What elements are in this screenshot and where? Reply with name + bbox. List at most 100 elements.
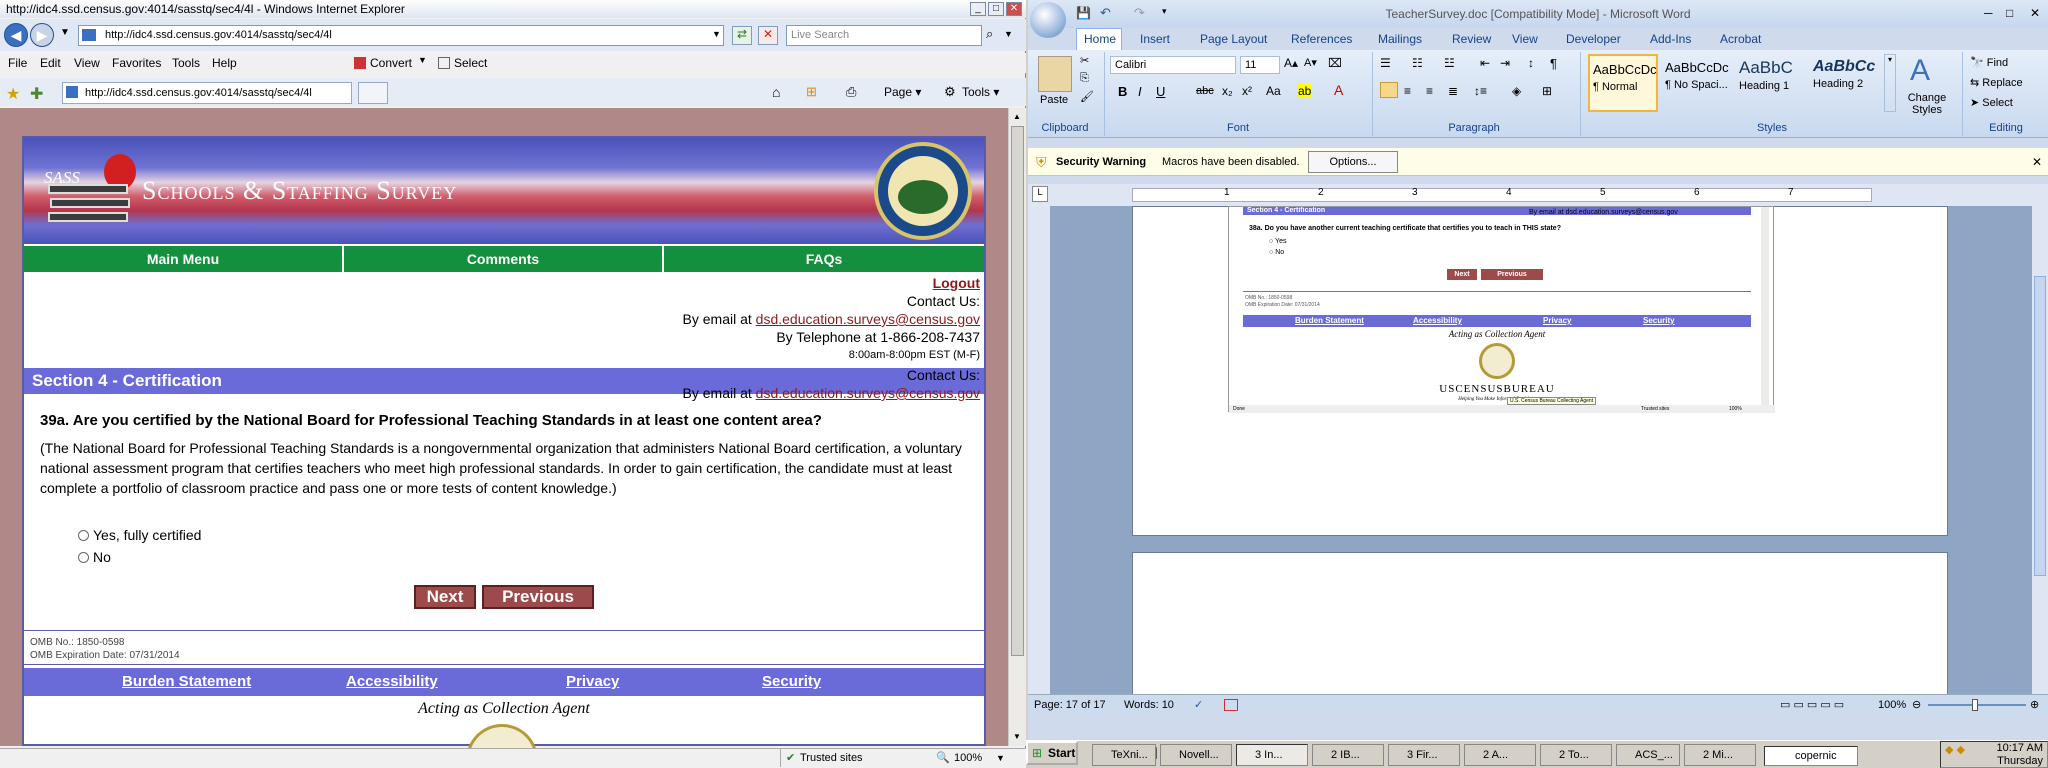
word-minimize-button[interactable]: ─	[1984, 6, 1993, 20]
tab-references[interactable]: References	[1291, 28, 1352, 50]
system-clock[interactable]: ◆ ◆ 10:17 AM Thursday	[1940, 741, 2048, 768]
zoom-dropdown-icon[interactable]: ▼	[996, 749, 1005, 767]
bullets-icon[interactable]: ☰	[1380, 56, 1391, 70]
format-painter-icon[interactable]: 🖌	[1080, 90, 1094, 103]
zoom-slider-thumb[interactable]	[1972, 699, 1978, 711]
select-button-word[interactable]: ➤ Select	[1970, 96, 2013, 109]
menu-help[interactable]: Help	[212, 53, 237, 73]
tab-review[interactable]: Review	[1452, 28, 1491, 50]
line-spacing-icon[interactable]: ↕≡	[1474, 84, 1487, 98]
scroll-up-icon[interactable]: ▲	[1013, 112, 1021, 121]
ruler[interactable]: L 1 2 3 4 5 6 7	[1028, 184, 2048, 206]
shrink-font-icon[interactable]: A▾	[1304, 56, 1317, 69]
tab-view[interactable]: View	[1512, 28, 1538, 50]
find-button[interactable]: 🔭 Find	[1970, 56, 2008, 69]
vertical-scrollbar[interactable]: ▲ ▼	[1008, 108, 1026, 746]
previous-button[interactable]: Previous	[482, 585, 594, 609]
align-center-icon[interactable]: ≡	[1404, 84, 1411, 98]
status-words[interactable]: Words: 10	[1124, 695, 1174, 715]
convert-button[interactable]: Convert	[370, 53, 412, 73]
paste-label[interactable]: Paste	[1040, 94, 1068, 106]
task-novell[interactable]: Novell...	[1160, 744, 1232, 766]
menu-file[interactable]: File	[8, 53, 27, 73]
search-icon[interactable]: ⌕	[986, 26, 993, 42]
highlight-icon[interactable]: ab	[1298, 84, 1312, 98]
scroll-down-icon[interactable]: ▼	[1013, 732, 1021, 741]
view-buttons-icon[interactable]: ▭ ▭ ▭ ▭ ▭	[1780, 695, 1844, 715]
task-ib[interactable]: 2 IB...	[1312, 744, 1384, 766]
justify-icon[interactable]: ≣	[1448, 84, 1458, 98]
tab-add-ins[interactable]: Add-Ins	[1650, 28, 1691, 50]
multilevel-list-icon[interactable]: ☳	[1444, 56, 1455, 70]
grow-font-icon[interactable]: A▴	[1284, 56, 1298, 70]
task-acrobat[interactable]: 2 A...	[1464, 744, 1536, 766]
status-zoom[interactable]: 100%	[954, 749, 982, 767]
search-dropdown-icon[interactable]: ▼	[1004, 29, 1013, 39]
back-icon[interactable]: ◀	[4, 23, 28, 47]
tab-developer[interactable]: Developer	[1566, 28, 1621, 50]
change-styles-icon[interactable]: A	[1910, 54, 1930, 88]
options-button[interactable]: Options...	[1308, 151, 1398, 173]
font-size-select[interactable]: 11	[1240, 56, 1280, 74]
convert-dropdown-icon[interactable]: ▼	[418, 55, 427, 65]
radio-no[interactable]	[78, 552, 89, 563]
strikethrough-icon[interactable]: abc	[1196, 85, 1214, 97]
status-page[interactable]: Page: 17 of 17	[1034, 695, 1106, 715]
task-firefox[interactable]: 3 Fir...	[1388, 744, 1460, 766]
page-menu[interactable]: Page ▾	[884, 85, 921, 99]
menu-favorites[interactable]: Favorites	[112, 53, 161, 73]
nav-comments[interactable]: Comments	[344, 246, 664, 272]
browser-tab[interactable]: http://idc4.ssd.census.gov:4014/sasstq/s…	[62, 82, 352, 104]
decrease-indent-icon[interactable]: ⇤	[1480, 56, 1490, 70]
search-input[interactable]: Live Search	[786, 25, 982, 46]
home-icon[interactable]: ⌂	[772, 84, 780, 100]
style-heading-2[interactable]: AaBbCc Heading 2	[1810, 54, 1880, 112]
scroll-thumb[interactable]	[1011, 126, 1024, 656]
word-close-button[interactable]: ✕	[2030, 6, 2040, 20]
office-button[interactable]	[1030, 2, 1066, 38]
tab-mailings[interactable]: Mailings	[1378, 28, 1422, 50]
italic-icon[interactable]: I	[1138, 84, 1142, 99]
proofing-icon[interactable]: ✓	[1194, 695, 1203, 715]
shading-icon[interactable]: ◈	[1512, 84, 1521, 98]
word-maximize-button[interactable]: □	[2006, 6, 2013, 20]
save-icon[interactable]: 💾	[1076, 6, 1091, 20]
logout-link[interactable]: Logout	[933, 275, 980, 291]
menu-tools[interactable]: Tools	[172, 53, 200, 73]
tools-gear-icon[interactable]: ⚙	[944, 84, 956, 100]
close-button[interactable]: ✕	[1006, 2, 1022, 16]
nav-dropdown-icon[interactable]: ▼	[60, 27, 70, 38]
paste-icon[interactable]	[1038, 56, 1072, 92]
address-dropdown-icon[interactable]: ▼	[712, 29, 721, 39]
sort-icon[interactable]: ↕	[1528, 56, 1534, 70]
forward-icon[interactable]: ▶	[30, 23, 54, 47]
align-right-icon[interactable]: ≡	[1426, 84, 1433, 98]
redo-icon[interactable]: ↷	[1134, 5, 1145, 21]
nav-faqs[interactable]: FAQs	[664, 246, 984, 272]
styles-more-icon[interactable]: ▾	[1884, 54, 1896, 112]
select-button[interactable]: Select	[454, 53, 487, 73]
zoom-in-icon[interactable]: ⊕	[2030, 695, 2039, 715]
go-icon[interactable]: ⇄	[732, 26, 752, 45]
desktop-search-input[interactable]: copernic	[1764, 746, 1858, 766]
task-microsoft[interactable]: 2 Mi...	[1684, 744, 1756, 766]
clear-format-icon[interactable]: ⌧	[1328, 56, 1342, 70]
change-styles-button[interactable]: Change Styles	[1898, 92, 1956, 116]
subscript-icon[interactable]: x₂	[1222, 84, 1233, 98]
zoom-out-icon[interactable]: ⊖	[1912, 695, 1921, 715]
task-acs[interactable]: ACS_...	[1616, 744, 1680, 766]
burden-statement-link[interactable]: Burden Statement	[122, 668, 251, 696]
next-button[interactable]: Next	[414, 585, 476, 609]
document-page-2[interactable]	[1132, 552, 1948, 712]
replace-button[interactable]: ⇆ Replace	[1970, 76, 2023, 89]
privacy-link[interactable]: Privacy	[566, 668, 619, 696]
show-marks-icon[interactable]: ¶	[1550, 56, 1557, 71]
style-heading-1[interactable]: AaBbC Heading 1	[1736, 54, 1806, 112]
accessibility-link[interactable]: Accessibility	[346, 668, 438, 696]
qat-dropdown-icon[interactable]: ▾	[1162, 6, 1167, 17]
minimize-button[interactable]: _	[970, 2, 986, 16]
word-scroll-thumb[interactable]	[2034, 276, 2046, 576]
tab-insert[interactable]: Insert	[1140, 28, 1170, 50]
favorites-star-icon[interactable]: ★	[6, 84, 20, 104]
macro-record-icon[interactable]	[1224, 699, 1238, 711]
